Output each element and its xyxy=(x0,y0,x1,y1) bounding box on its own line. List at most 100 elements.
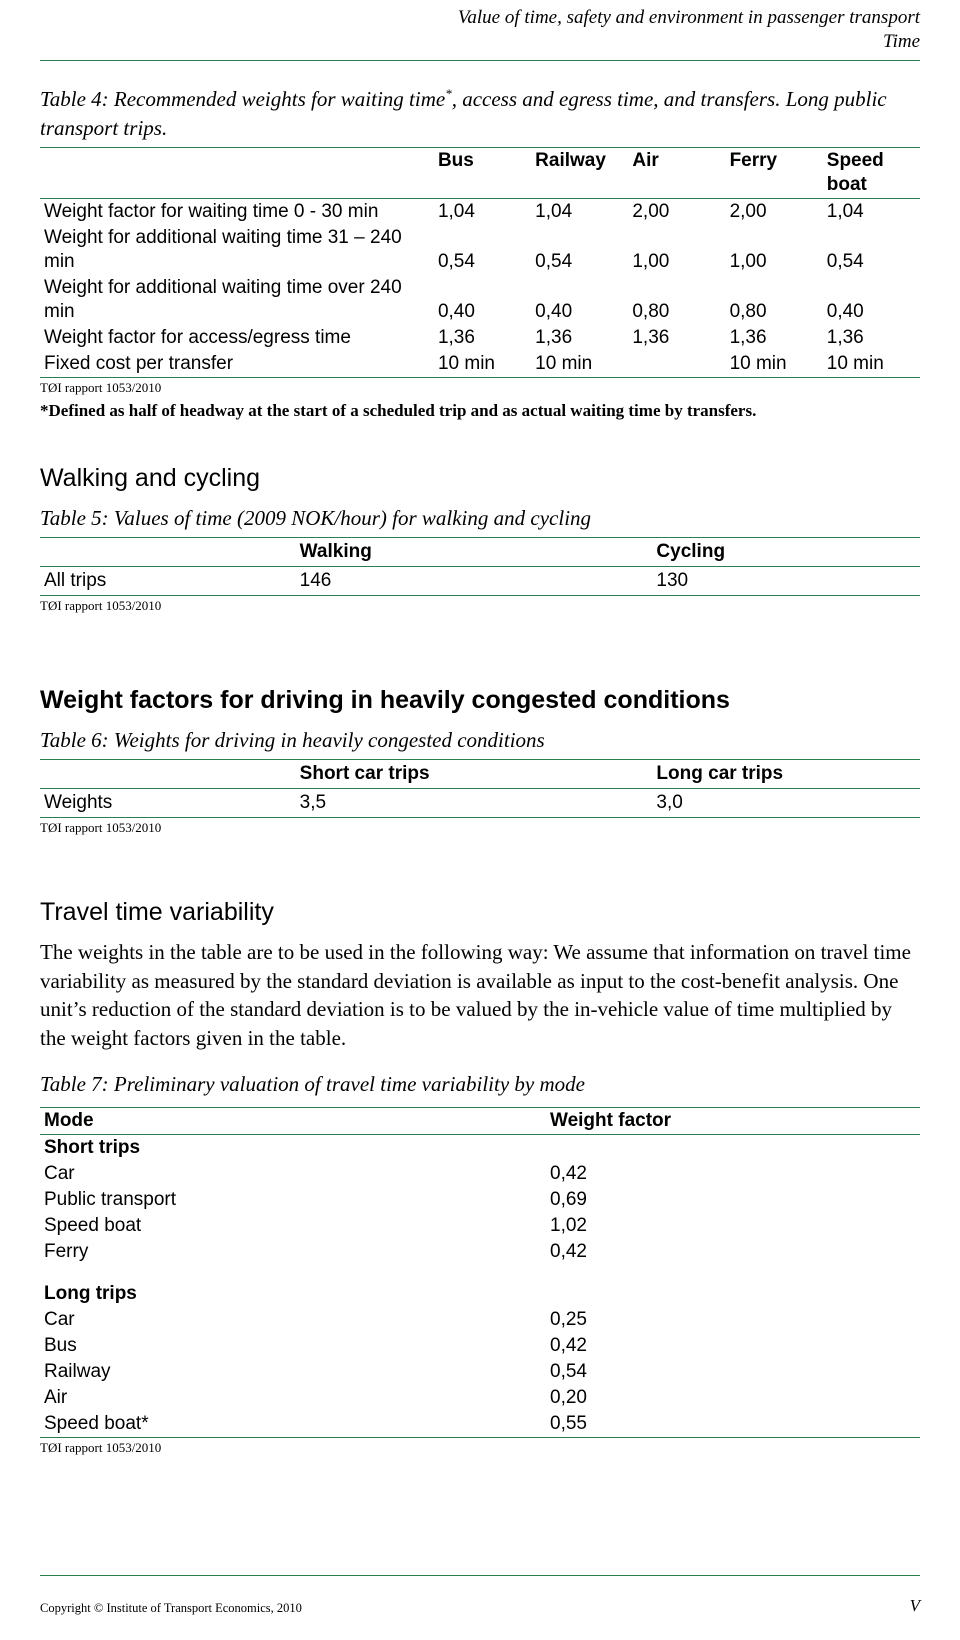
table6-row0-short: 3,5 xyxy=(295,788,653,818)
table4-row2-air: 0,80 xyxy=(632,301,670,322)
table-row: Public transport 0,69 xyxy=(40,1187,920,1213)
table7-short-row2-label: Speed boat xyxy=(44,1215,142,1236)
table-row: Weight factor for waiting time 0 - 30 mi… xyxy=(40,199,920,226)
table-row: Railway 0,54 xyxy=(40,1359,920,1385)
table4-header-air: Air xyxy=(628,147,726,199)
footer-copyright: Copyright © Institute of Transport Econo… xyxy=(40,1601,302,1615)
table5-header-row: Walking Cycling xyxy=(40,537,920,567)
table7-long-row1-label: Bus xyxy=(44,1335,77,1356)
table4-row2-label: Weight for additional waiting time over … xyxy=(44,277,402,322)
table-row: Weight factor for access/egress time 1,3… xyxy=(40,325,920,351)
header-divider xyxy=(40,60,920,61)
footer-page-number: V xyxy=(909,1596,920,1615)
table7-short-row1-value: 0,69 xyxy=(550,1189,587,1210)
table4-row1-air: 1,00 xyxy=(632,251,670,272)
table7-short-row3-label: Ferry xyxy=(44,1241,89,1262)
table4-row0-railway: 1,04 xyxy=(535,201,573,222)
table4-row1-ferry: 1,00 xyxy=(729,251,767,272)
table6-row0-label: Weights xyxy=(40,788,296,818)
table6-header-short: Short car trips xyxy=(295,759,653,789)
table5-header-cycling: Cycling xyxy=(652,537,920,567)
table7-short-row0-value: 0,42 xyxy=(550,1163,587,1184)
table4-header-ferry: Ferry xyxy=(725,147,823,199)
running-header-line2: Time xyxy=(883,31,920,52)
table4-header-blank xyxy=(40,147,434,199)
table7-header-weight: Weight factor xyxy=(546,1107,920,1135)
table4-header-speedboat: Speed boat xyxy=(822,147,920,199)
table4-header-row: Bus Railway Air Ferry Speed boat xyxy=(40,147,920,199)
table4-row3-label: Weight factor for access/egress time xyxy=(44,327,351,348)
table5-caption: Table 5: Values of time (2009 NOK/hour) … xyxy=(40,506,592,530)
table7-header-row: Mode Weight factor xyxy=(40,1107,920,1135)
table7-header-mode: Mode xyxy=(40,1107,546,1135)
table-row: Ferry 0,42 xyxy=(40,1239,920,1265)
table4-row2-speedboat: 0,40 xyxy=(826,301,864,322)
table4-caption: Table 4: Recommended weights for waiting… xyxy=(40,79,920,143)
table7-group-short-blank xyxy=(546,1135,920,1162)
table7-group-long: Long trips xyxy=(44,1283,137,1304)
table4-row4-speedboat: 10 min xyxy=(822,351,920,378)
table6-header-long: Long car trips xyxy=(652,759,920,789)
table7: Mode Weight factor Short trips Car 0,42 … xyxy=(40,1107,920,1438)
table4-row2-railway: 0,40 xyxy=(535,301,573,322)
table4: Bus Railway Air Ferry Speed boat Weight … xyxy=(40,147,920,378)
table5-header-blank xyxy=(40,537,296,567)
table-row: Short trips xyxy=(40,1135,920,1162)
section-congestion-heading: Weight factors for driving in heavily co… xyxy=(40,686,730,714)
table-row: Weight for additional waiting time over … xyxy=(40,275,920,325)
table-row: Weights 3,5 3,0 xyxy=(40,788,920,818)
table7-long-row0-value: 0,25 xyxy=(550,1309,587,1330)
table4-header-speedboat-line1: Speed xyxy=(826,150,884,171)
table6-wrapper: Short car trips Long car trips Weights 3… xyxy=(40,759,920,818)
table7-long-row4-value: 0,55 xyxy=(546,1411,920,1438)
table7-caption: Table 7: Preliminary valuation of travel… xyxy=(40,1072,585,1096)
table7-long-row2-value: 0,54 xyxy=(550,1361,587,1382)
table5-row0-label: All trips xyxy=(40,566,296,596)
table7-group-long-blank xyxy=(546,1281,920,1307)
table-row: Car 0,42 xyxy=(40,1161,920,1187)
table7-short-row2-value: 1,02 xyxy=(550,1215,587,1236)
table4-row0-bus: 1,04 xyxy=(437,201,475,222)
table7-short-row3-value: 0,42 xyxy=(550,1241,587,1262)
table-row: Weight for additional waiting time 31 – … xyxy=(40,225,920,275)
table-row: Long trips xyxy=(40,1281,920,1307)
table-row: Speed boat 1,02 xyxy=(40,1213,920,1239)
variability-paragraph: The weights in the table are to be used … xyxy=(40,940,911,1050)
table-row: Air 0,20 xyxy=(40,1385,920,1411)
table4-row4-label: Fixed cost per transfer xyxy=(40,351,434,378)
document-page: Value of time, safety and environment in… xyxy=(0,0,960,1640)
table4-row0-label: Weight factor for waiting time 0 - 30 mi… xyxy=(44,201,379,222)
running-header: Value of time, safety and environment in… xyxy=(40,0,920,54)
table7-long-row3-label: Air xyxy=(44,1387,68,1408)
table-row: Bus 0,42 xyxy=(40,1333,920,1359)
table4-wrapper: Bus Railway Air Ferry Speed boat Weight … xyxy=(40,147,920,378)
table4-row1-railway: 0,54 xyxy=(535,251,573,272)
table4-row3-ferry: 1,36 xyxy=(729,327,767,348)
table6-source: TØI rapport 1053/2010 xyxy=(40,820,162,835)
table5-source: TØI rapport 1053/2010 xyxy=(40,598,162,613)
table5-row0-walking: 146 xyxy=(295,566,653,596)
table-row: Speed boat* 0,55 xyxy=(40,1411,920,1438)
table4-footnote: *Defined as half of headway at the start… xyxy=(40,401,757,420)
table7-wrapper: Mode Weight factor Short trips Car 0,42 … xyxy=(40,1107,920,1438)
footer-divider xyxy=(40,1575,920,1576)
page-footer: Copyright © Institute of Transport Econo… xyxy=(40,1596,920,1616)
table6-caption: Table 6: Weights for driving in heavily … xyxy=(40,728,545,752)
section-walking-heading: Walking and cycling xyxy=(40,464,261,492)
table5: Walking Cycling All trips 146 130 xyxy=(40,537,920,596)
table6-header-blank xyxy=(40,759,296,789)
table5-row0-cycling: 130 xyxy=(652,566,920,596)
table4-header-bus: Bus xyxy=(433,147,532,199)
table4-caption-part1: Table 4: Recommended weights for waiting… xyxy=(40,87,446,111)
table4-row0-air: 2,00 xyxy=(632,201,670,222)
table4-row0-ferry: 2,00 xyxy=(729,201,767,222)
table5-header-walking: Walking xyxy=(295,537,653,567)
table7-short-row0-label: Car xyxy=(44,1163,75,1184)
table7-long-row2-label: Railway xyxy=(44,1361,111,1382)
table7-source: TØI rapport 1053/2010 xyxy=(40,1440,162,1455)
table4-row3-speedboat: 1,36 xyxy=(826,327,864,348)
table4-row2-ferry: 0,80 xyxy=(729,301,767,322)
table7-long-row0-label: Car xyxy=(44,1309,75,1330)
table-row: All trips 146 130 xyxy=(40,566,920,596)
table-row: Fixed cost per transfer 10 min 10 min 10… xyxy=(40,351,920,378)
